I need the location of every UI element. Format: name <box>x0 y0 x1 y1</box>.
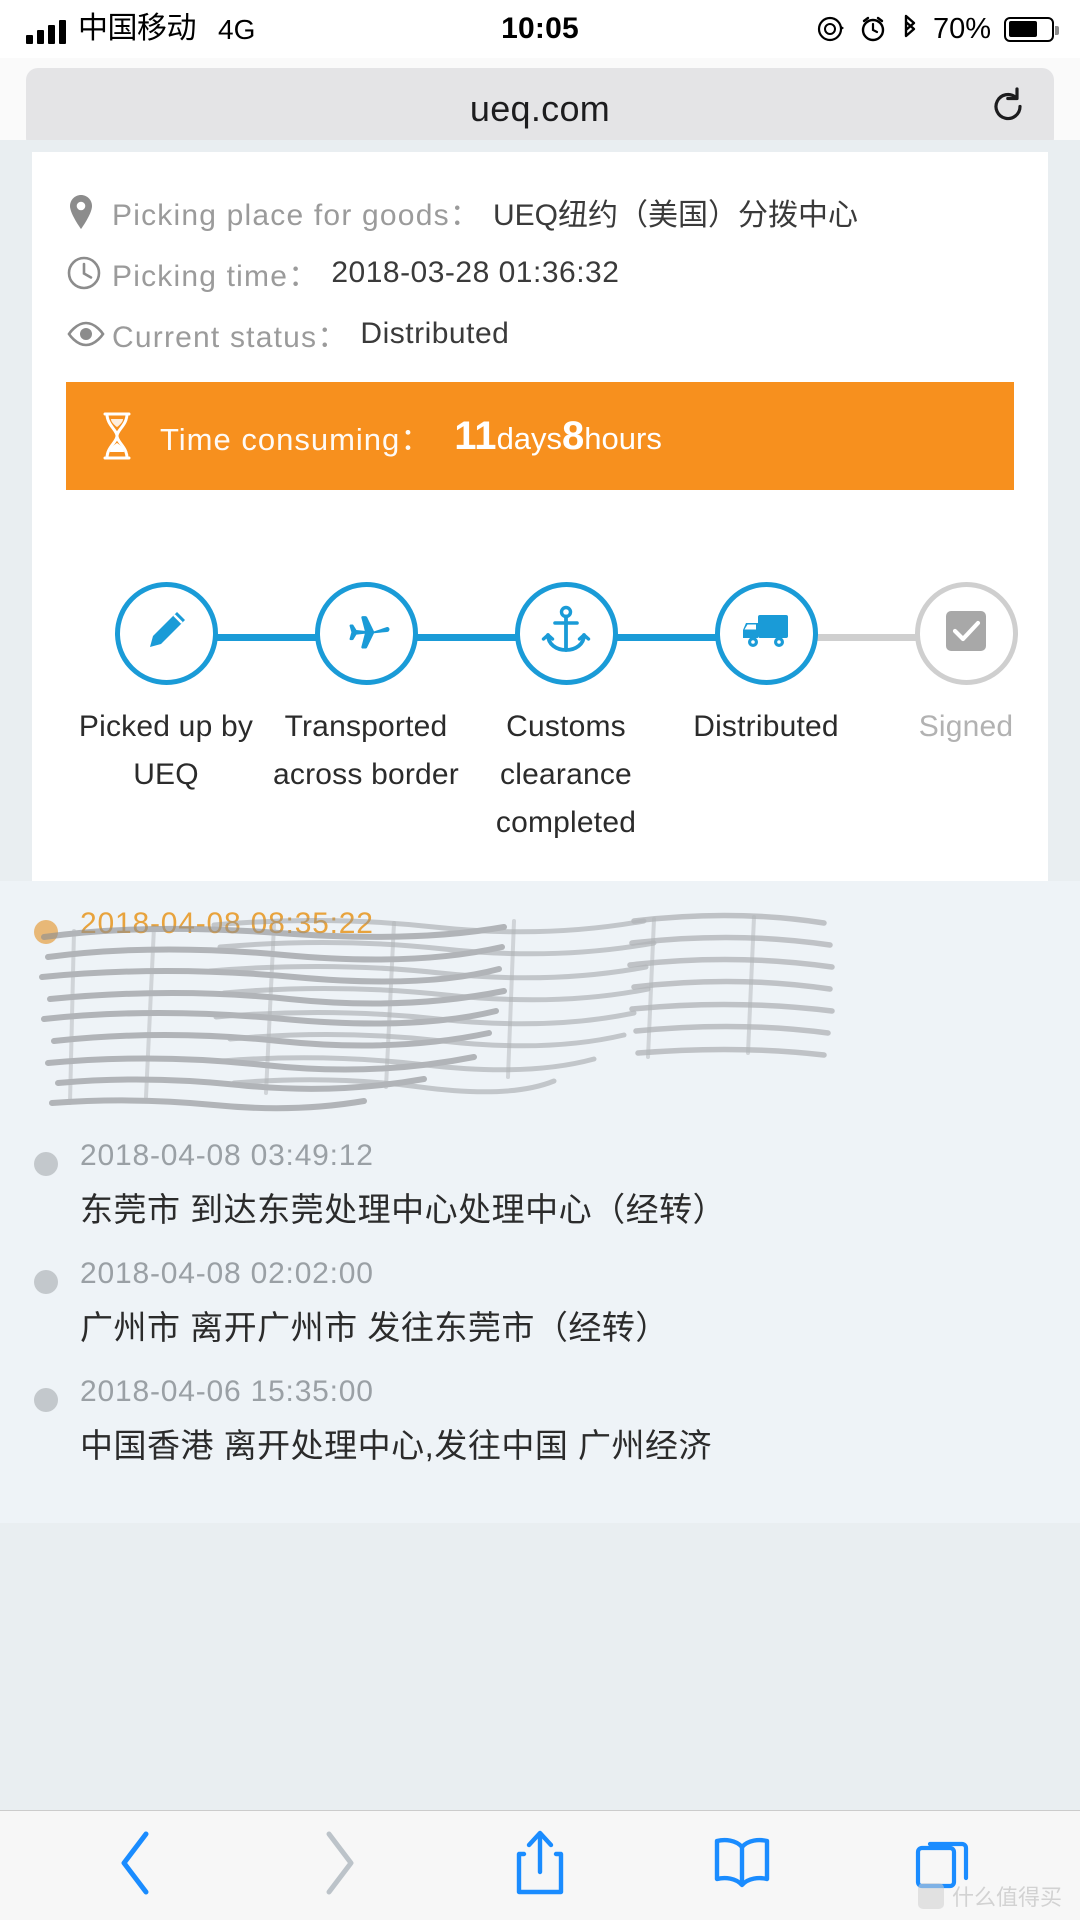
step-label: Transported across border <box>272 710 459 791</box>
hours-number: 8 <box>562 413 585 458</box>
tracking-time: 2018-04-08 02:02:00 <box>80 1257 374 1290</box>
chevron-left-icon <box>114 1828 160 1903</box>
step-picked-up[interactable]: Picked up by UEQ <box>66 582 266 847</box>
time-consuming-banner: Time consuming： 11days8hours <box>66 382 1014 490</box>
status-bar: 中国移动 4G 10:05 70% <box>0 0 1080 58</box>
list-item[interactable]: 2018-04-08 08:35:22 <box>34 907 1046 1113</box>
time-consuming-value: 11days8hours <box>454 414 662 459</box>
picking-place-label: Picking place for goods： <box>112 199 481 232</box>
signal-bars-icon <box>26 18 66 44</box>
step-circle <box>114 582 218 685</box>
alarm-clock-icon <box>859 15 887 43</box>
shipment-summary-card: Picking place for goods： UEQ纽约（美国）分拨中心 P… <box>32 152 1048 881</box>
bookmarks-button[interactable] <box>682 1821 802 1911</box>
step-label: Picked up by UEQ <box>78 710 254 791</box>
chevron-right-icon <box>315 1828 361 1903</box>
watermark-text: 什么值得买 <box>951 1885 1062 1910</box>
step-label: Distributed <box>693 710 839 743</box>
timeline-dot <box>34 1388 58 1412</box>
step-transported[interactable]: Transported across border <box>266 582 466 847</box>
tracking-time: 2018-04-08 03:49:12 <box>80 1139 374 1172</box>
pencil-icon <box>141 606 191 661</box>
bluetooth-icon <box>900 14 920 44</box>
list-item[interactable]: 2018-04-08 03:49:12 东莞市 到达东莞处理中心处理中心（经转） <box>34 1139 1046 1231</box>
share-icon <box>512 1828 568 1903</box>
forward-button <box>278 1821 398 1911</box>
check-square-icon <box>941 606 991 661</box>
status-bar-right: 70% <box>816 12 1059 46</box>
list-item[interactable]: 2018-04-08 02:02:00 广州市 离开广州市 发往东莞市（经转） <box>34 1257 1046 1349</box>
watermark-icon <box>917 1883 944 1909</box>
tracking-time: 2018-04-06 15:35:00 <box>80 1375 374 1408</box>
step-customs[interactable]: Customs clearance completed <box>466 582 666 847</box>
timeline-dot <box>34 920 58 944</box>
picking-time-value: 2018-03-28 01:36:32 <box>331 256 620 289</box>
days-number: 11 <box>454 413 497 458</box>
hourglass-icon <box>100 412 134 460</box>
url-label: ueq.com <box>469 88 611 129</box>
book-icon <box>711 1833 773 1898</box>
step-label: Signed <box>918 710 1014 743</box>
network-type-label: 4G <box>218 14 256 45</box>
tracking-desc: 广州市 离开广州市 发往东莞市（经转） <box>80 1309 669 1346</box>
timeline-dot <box>34 1152 58 1176</box>
page-content: Picking place for goods： UEQ纽约（美国）分拨中心 P… <box>0 140 1080 1810</box>
anchor-icon <box>541 605 591 662</box>
current-status-value: Distributed <box>360 317 510 350</box>
status-bar-left: 中国移动 4G <box>26 14 255 44</box>
picking-place-value: UEQ纽约（美国）分拨中心 <box>492 199 858 232</box>
list-item[interactable]: 2018-04-06 15:35:00 中国香港 离开处理中心,发往中国 广州经… <box>34 1375 1046 1467</box>
battery-icon <box>1004 16 1059 42</box>
reload-icon[interactable] <box>986 85 1030 134</box>
progress-stepper: Picked up by UEQ Transported across bord… <box>66 582 1018 881</box>
picking-place-row: Picking place for goods： UEQ纽约（美国）分拨中心 <box>66 190 1014 234</box>
tracking-time: 2018-04-08 08:35:22 <box>80 907 374 940</box>
back-button[interactable] <box>77 1821 197 1911</box>
hours-unit: hours <box>584 420 662 456</box>
step-label: Customs clearance completed <box>495 710 637 839</box>
timeline-dot <box>34 1270 58 1294</box>
time-consuming-label: Time consuming： <box>160 421 433 457</box>
carrier-label: 中国移动 <box>78 12 197 45</box>
picking-time-row: Picking time： 2018-03-28 01:36:32 <box>66 251 1014 295</box>
redaction-scribble <box>39 912 835 1112</box>
picking-time-label: Picking time： <box>112 260 320 293</box>
location-pin-icon <box>66 193 112 231</box>
step-circle <box>714 582 818 685</box>
stepper-steps: Picked up by UEQ Transported across bord… <box>66 582 1018 847</box>
airplane-icon <box>340 605 392 662</box>
battery-percent-label: 70% <box>932 12 991 45</box>
clock-icon <box>66 255 112 291</box>
share-button[interactable] <box>480 1821 600 1911</box>
step-circle-inactive <box>914 582 1018 685</box>
eye-icon <box>66 319 112 349</box>
current-status-row: Current status： Distributed <box>66 312 1014 356</box>
tracking-desc: 东莞市 到达东莞处理中心处理中心（经转） <box>80 1191 727 1228</box>
rotation-lock-icon <box>816 14 846 44</box>
watermark: 什么值得买 <box>917 1880 1062 1912</box>
step-signed[interactable]: Signed <box>866 582 1066 847</box>
tracking-desc: 中国香港 离开处理中心,发往中国 广州经济 <box>80 1427 713 1464</box>
tracking-history-list: 2018-04-08 08:35:22 2018-04-08 03:49:12 … <box>0 881 1080 1523</box>
browser-toolbar: 什么值得买 <box>0 1810 1080 1920</box>
current-status-label: Current status： <box>112 321 349 354</box>
step-distributed[interactable]: Distributed <box>666 582 866 847</box>
address-bar[interactable]: ueq.com <box>26 68 1054 150</box>
days-unit: days <box>496 420 563 456</box>
step-circle <box>314 582 418 685</box>
truck-icon <box>738 609 794 658</box>
step-circle <box>514 582 618 685</box>
